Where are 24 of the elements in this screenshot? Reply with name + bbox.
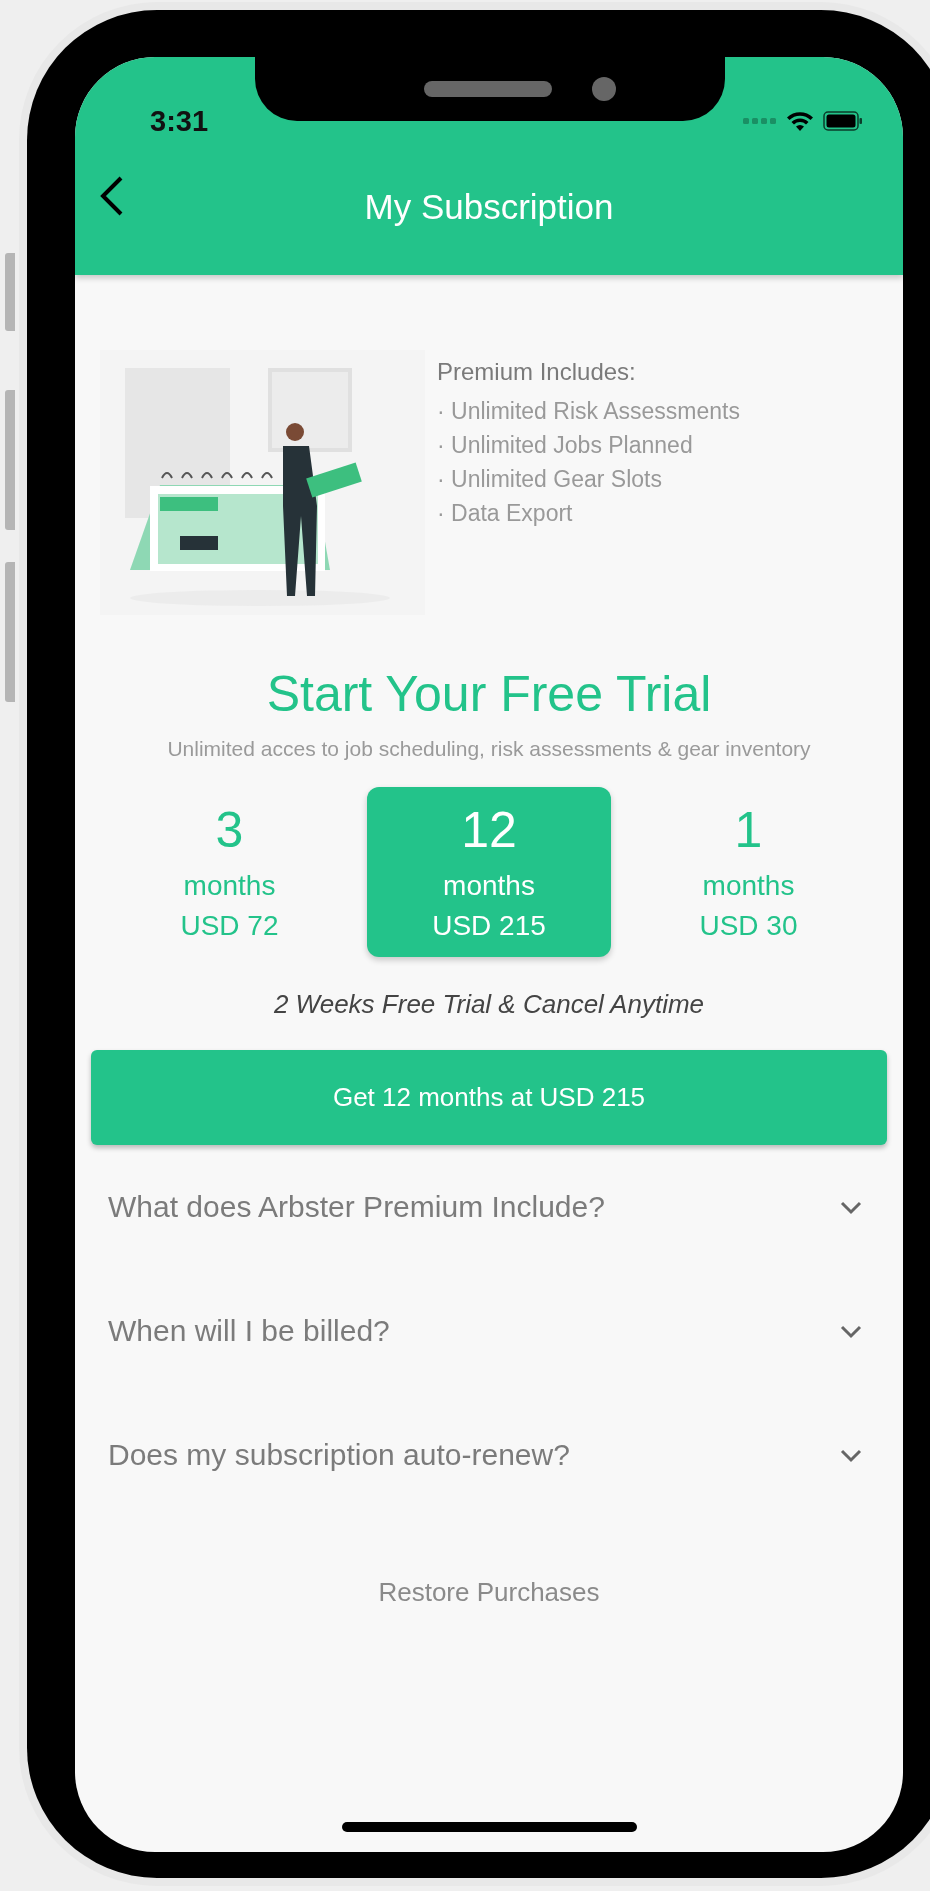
chevron-icon[interactable]	[839, 1199, 863, 1215]
screen-title: My Subscription	[364, 187, 614, 227]
feature-item: · Unlimited Gear Slots	[437, 465, 663, 494]
faq-question[interactable]: When will I be billed?	[108, 1314, 390, 1348]
faq-question[interactable]: What does Arbster Premium Include?	[108, 1190, 605, 1224]
feature-item: · Data Export	[437, 499, 574, 528]
headline: Start Your Free Trial	[266, 665, 712, 723]
trial-note: 2 Weeks Free Trial & Cancel Anytime	[273, 989, 705, 1020]
signal-icon	[743, 117, 777, 125]
subtitle: Unlimited acces to job scheduling, risk assessments & gear inventory	[166, 736, 812, 762]
battery-icon	[823, 110, 863, 132]
plan-option[interactable]: 1 months USD 30	[641, 787, 856, 957]
chevron-icon[interactable]	[839, 1447, 863, 1463]
premium-heading: Premium Includes:	[437, 358, 637, 386]
faq-question[interactable]: Does my subscription auto-renew?	[108, 1438, 570, 1472]
plan-option[interactable]: 3 months USD 72	[122, 787, 337, 957]
restore-purchases-link[interactable]: Restore Purchases	[378, 1577, 600, 1607]
feature-item: · Unlimited Risk Assessments	[437, 397, 740, 426]
status-time: 3:31	[150, 104, 209, 138]
plan-option[interactable]: 12 months USD 215	[367, 787, 611, 957]
feature-item: · Unlimited Jobs Planned	[437, 431, 694, 460]
subscribe-button[interactable]: Get 12 months at USD 215	[91, 1050, 887, 1145]
chevron-icon[interactable]	[839, 1323, 863, 1339]
wifi-icon	[785, 110, 815, 132]
